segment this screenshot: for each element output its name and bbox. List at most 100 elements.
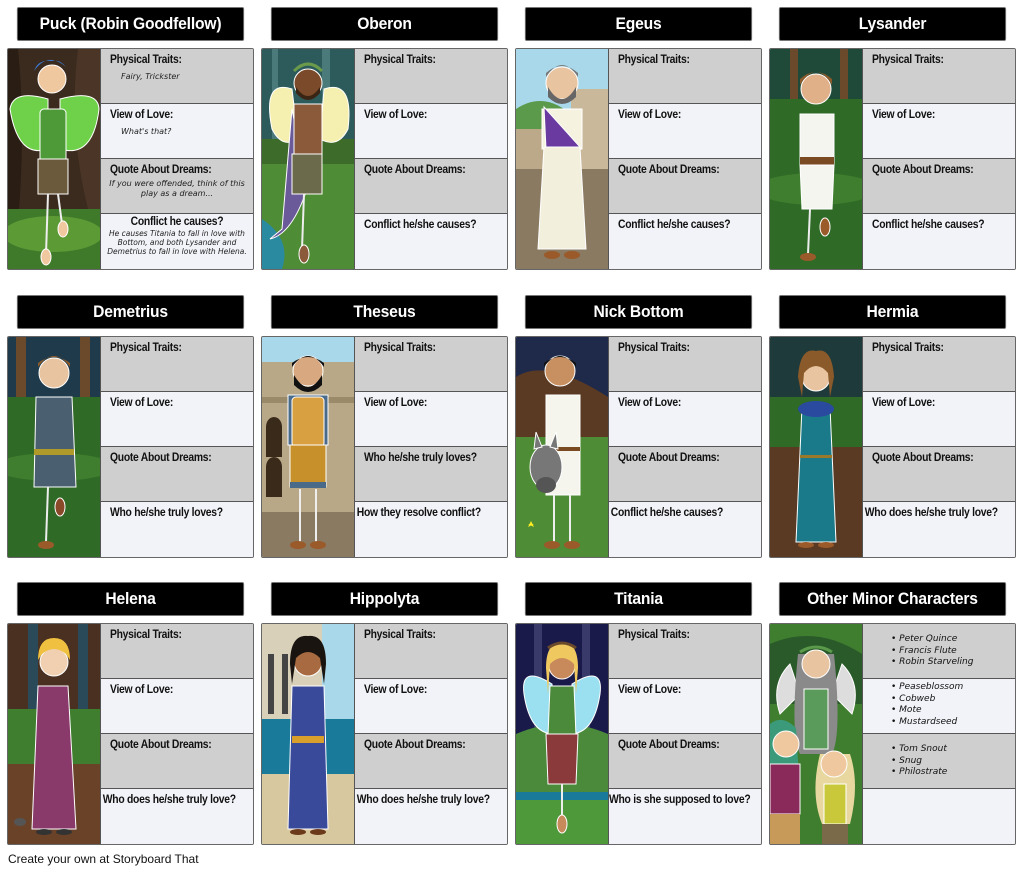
- character-illustration: [516, 337, 609, 557]
- box-label: View of Love:: [364, 397, 428, 409]
- card-title: Oberon: [270, 7, 499, 41]
- view-of-love-box[interactable]: View of Love:: [609, 679, 761, 734]
- box-label: Who does he/she truly love?: [356, 794, 490, 806]
- list-item: Peter Quince: [891, 634, 1015, 646]
- card-title: Puck (Robin Goodfellow): [16, 7, 245, 41]
- conflict-box[interactable]: Conflict he/she causes?: [863, 214, 1015, 269]
- quote-about-dreams-box[interactable]: Quote About Dreams:: [355, 159, 507, 214]
- box-label: Who does he/she truly love?: [864, 507, 998, 519]
- minor-group-others-box[interactable]: Tom Snout Snug Philostrate: [863, 734, 1015, 789]
- minor-group-fairies-box[interactable]: Peaseblossom Cobweb Mote Mustardseed: [863, 679, 1015, 734]
- list-item: Tom Snout: [891, 744, 1015, 756]
- card-panel: Physical Traits: View of Love: Quote Abo…: [515, 336, 762, 558]
- character-illustration: [262, 49, 355, 269]
- who-truly-loves-box[interactable]: Who does he/she truly love?: [863, 502, 1015, 557]
- physical-traits-box[interactable]: Physical Traits:: [863, 337, 1015, 392]
- box-label: Physical Traits:: [110, 342, 182, 354]
- card-title: Egeus: [524, 7, 753, 41]
- box-label: View of Love:: [110, 109, 174, 121]
- who-truly-loves-box[interactable]: Who he/she truly loves?: [101, 502, 253, 557]
- character-illustration: [770, 49, 863, 269]
- quote-about-dreams-box[interactable]: Quote About Dreams:: [609, 159, 761, 214]
- view-of-love-box[interactable]: View of Love:: [101, 679, 253, 734]
- minor-group-mechanicals-box[interactable]: Peter Quince Francis Flute Robin Starvel…: [863, 624, 1015, 679]
- character-illustration: [8, 337, 101, 557]
- quote-about-dreams-box[interactable]: Quote About Dreams:: [101, 447, 253, 502]
- view-of-love-box[interactable]: View of Love:: [101, 392, 253, 447]
- box-label: Physical Traits:: [110, 54, 182, 66]
- who-truly-loves-box[interactable]: Who does he/she truly love?: [101, 789, 253, 844]
- conflict-box[interactable]: Conflict he/she causes?: [355, 214, 507, 269]
- box-label: Quote About Dreams:: [110, 164, 212, 176]
- card-panel: Physical Traits: View of Love: Quote Abo…: [769, 48, 1016, 270]
- box-label: View of Love:: [618, 109, 682, 121]
- quote-about-dreams-box[interactable]: Quote About Dreams:: [863, 447, 1015, 502]
- card-title: Lysander: [778, 7, 1007, 41]
- box-label: Physical Traits:: [618, 54, 690, 66]
- box-label: Who is she supposed to love?: [609, 794, 751, 806]
- supposed-to-love-box[interactable]: Who is she supposed to love?: [609, 789, 761, 844]
- physical-traits-box[interactable]: Physical Traits:: [863, 49, 1015, 104]
- quote-about-dreams-box[interactable]: Quote About Dreams: If you were offended…: [101, 159, 253, 214]
- box-label: View of Love:: [872, 109, 936, 121]
- box-label: View of Love:: [618, 397, 682, 409]
- view-of-love-box[interactable]: View of Love:: [609, 104, 761, 159]
- quote-about-dreams-box[interactable]: Quote About Dreams:: [355, 734, 507, 789]
- quote-about-dreams-box[interactable]: Quote About Dreams:: [101, 734, 253, 789]
- list-item: Peaseblossom: [891, 682, 1015, 694]
- physical-traits-box[interactable]: Physical Traits:: [355, 337, 507, 392]
- quote-about-dreams-box[interactable]: Quote About Dreams:: [609, 447, 761, 502]
- character-list: Peaseblossom Cobweb Mote Mustardseed: [863, 679, 1015, 728]
- card-panel: Physical Traits: View of Love: Quote Abo…: [261, 48, 508, 270]
- box-label: View of Love:: [110, 397, 174, 409]
- box-label: View of Love:: [110, 684, 174, 696]
- who-truly-loves-box[interactable]: Who does he/she truly love?: [355, 789, 507, 844]
- view-of-love-box[interactable]: View of Love:: [863, 104, 1015, 159]
- character-illustration: [262, 624, 355, 844]
- box-label: View of Love:: [618, 684, 682, 696]
- empty-box[interactable]: [863, 789, 1015, 844]
- conflict-box[interactable]: Conflict he/she causes?: [609, 214, 761, 269]
- physical-traits-box[interactable]: Physical Traits:: [609, 624, 761, 679]
- view-of-love-box[interactable]: View of Love:: [609, 392, 761, 447]
- view-of-love-box[interactable]: View of Love:: [355, 679, 507, 734]
- view-of-love-box[interactable]: View of Love:: [863, 392, 1015, 447]
- conflict-box[interactable]: Conflict he/she causes?: [609, 502, 761, 557]
- character-illustration: [770, 624, 863, 844]
- physical-traits-box[interactable]: Physical Traits:: [101, 624, 253, 679]
- character-list: Peter Quince Francis Flute Robin Starvel…: [863, 624, 1015, 669]
- physical-traits-box[interactable]: Physical Traits:: [609, 337, 761, 392]
- box-label: Physical Traits:: [364, 54, 436, 66]
- box-label: Quote About Dreams:: [872, 452, 974, 464]
- box-label: Physical Traits:: [364, 342, 436, 354]
- list-item: Philostrate: [891, 767, 1015, 779]
- card-title: Titania: [524, 582, 753, 616]
- box-answer: What's that?: [121, 127, 172, 136]
- physical-traits-box[interactable]: Physical Traits:: [101, 337, 253, 392]
- physical-traits-box[interactable]: Physical Traits:: [355, 49, 507, 104]
- view-of-love-box[interactable]: View of Love:: [355, 104, 507, 159]
- conflict-box[interactable]: Conflict he causes? He causes Titania to…: [101, 214, 253, 269]
- card-title: Nick Bottom: [524, 295, 753, 329]
- who-truly-loves-box[interactable]: Who he/she truly loves?: [355, 447, 507, 502]
- box-label: Quote About Dreams:: [618, 164, 720, 176]
- physical-traits-box[interactable]: Physical Traits: Fairy, Trickster: [101, 49, 253, 104]
- card-panel: Physical Traits: View of Love: Quote Abo…: [7, 336, 254, 558]
- list-item: Cobweb: [891, 694, 1015, 706]
- card-title: Theseus: [270, 295, 499, 329]
- view-of-love-box[interactable]: View of Love: What's that?: [101, 104, 253, 159]
- quote-about-dreams-box[interactable]: Quote About Dreams:: [863, 159, 1015, 214]
- quote-about-dreams-box[interactable]: Quote About Dreams:: [609, 734, 761, 789]
- resolve-conflict-box[interactable]: How they resolve conflict?: [355, 502, 507, 557]
- card-panel: Peter Quince Francis Flute Robin Starvel…: [769, 623, 1016, 845]
- list-item: Mustardseed: [891, 717, 1015, 729]
- physical-traits-box[interactable]: Physical Traits:: [355, 624, 507, 679]
- view-of-love-box[interactable]: View of Love:: [355, 392, 507, 447]
- box-label: Who does he/she truly love?: [102, 794, 236, 806]
- box-label: Physical Traits:: [110, 629, 182, 641]
- card-title: Demetrius: [16, 295, 245, 329]
- physical-traits-box[interactable]: Physical Traits:: [609, 49, 761, 104]
- box-label: View of Love:: [364, 684, 428, 696]
- storyboard-that-credit-link[interactable]: Create your own at Storyboard That: [8, 852, 199, 866]
- box-label: Physical Traits:: [618, 342, 690, 354]
